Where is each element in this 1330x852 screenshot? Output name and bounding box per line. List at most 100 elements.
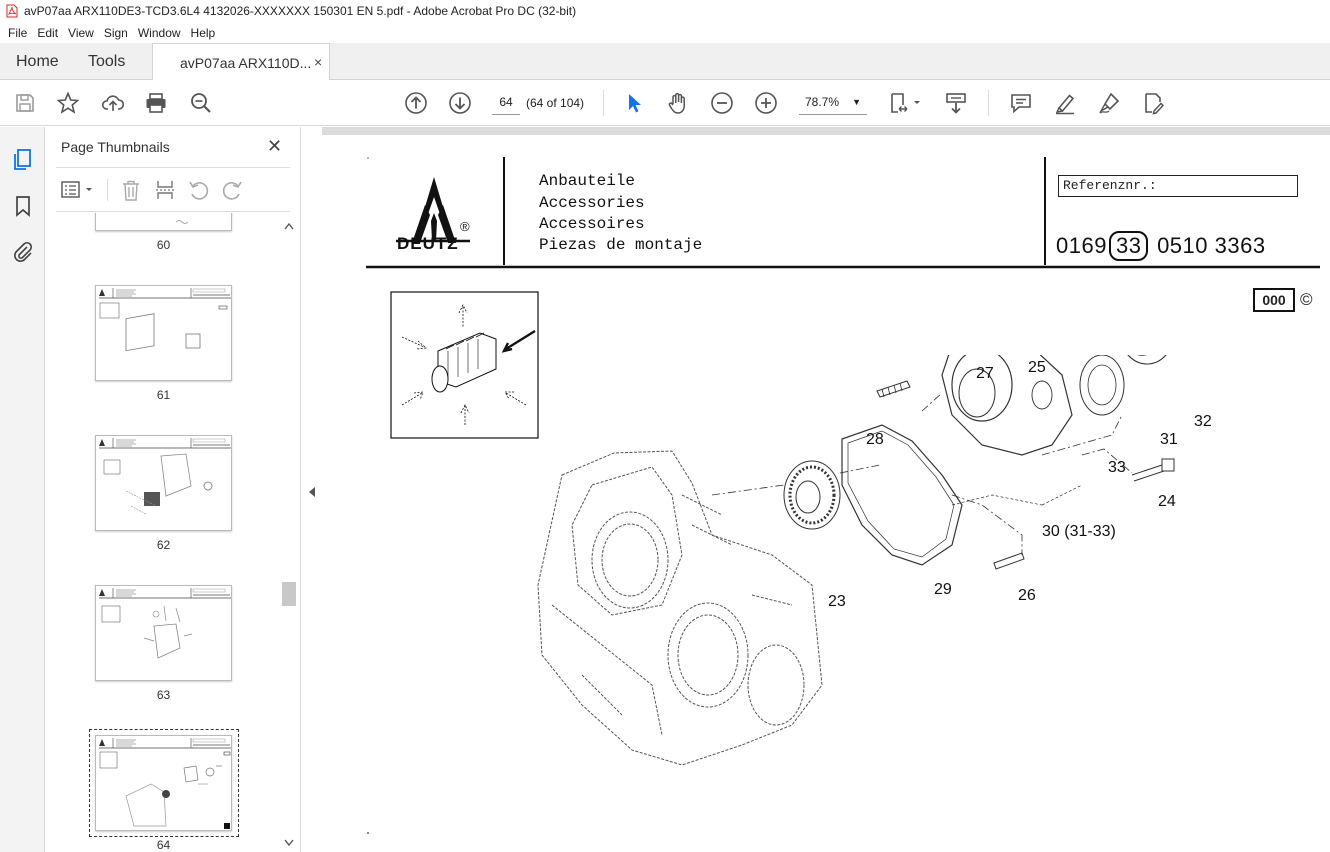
copyright-mark: © [1300,290,1313,309]
thumbnail-page[interactable] [95,213,232,231]
thumbnail-resize-handle[interactable] [224,823,230,829]
panel-title: Page Thumbnails [61,139,170,155]
part-number-prefix: 0169 [1056,233,1107,258]
menu-window[interactable]: Window [133,26,186,40]
panel-collapse-strip[interactable] [300,127,322,852]
page-number-input[interactable]: 64 [492,89,520,115]
menu-view[interactable]: View [63,26,99,40]
zoom-in-icon[interactable] [754,91,778,115]
menu-edit[interactable]: Edit [32,26,63,40]
thumbnail-page-label: 63 [156,688,171,702]
heading-en: Accessories [539,194,645,212]
window-title: avP07aa ARX110DE3-TCD3.6L4 4132026-XXXXX… [24,4,577,18]
rotate-clockwise-icon[interactable] [221,179,243,201]
callout-32: 32 [1194,413,1212,430]
zoom-search-icon[interactable] [189,91,213,115]
callout-24: 24 [1158,493,1176,510]
title-bar: avP07aa ARX110DE3-TCD3.6L4 4132026-XXXXX… [0,0,1330,22]
menu-bar: File Edit View Sign Window Help [0,22,1330,43]
document-view[interactable]: DEUTZ ® Anbauteile Accessories Accessoir… [322,127,1330,852]
left-navigation-rail [0,127,45,852]
panel-close-icon[interactable]: ✕ [267,136,282,157]
heading-fr: Accessoires [539,215,645,233]
chevron-down-icon: ▼ [852,97,861,107]
thumbnail-scrollbar[interactable] [282,219,296,852]
thumbnail-page-label: 62 [156,538,171,552]
tab-tools[interactable]: Tools [88,53,125,71]
save-icon[interactable] [13,91,37,115]
highlight-pen-icon[interactable] [1053,91,1077,115]
tab-bar: Home Tools avP07aa ARX110D... × [0,43,1330,80]
gear-23 [783,460,841,530]
upload-cloud-icon[interactable] [101,91,125,115]
registered-mark: ® [460,219,470,234]
thumbnail-page-selected[interactable] [95,735,232,831]
bookmark-icon[interactable] [11,194,35,218]
thumbnail-page-label: 60 [156,238,171,252]
zoom-level-value: 78.7% [805,95,840,109]
callout-26: 26 [1018,587,1036,604]
heading-de: Anbauteile [539,172,636,190]
previous-page-icon[interactable] [404,91,428,115]
part-number: 0169 33 0510 3363 [1056,231,1266,261]
print-icon[interactable] [144,91,168,115]
toolbar-divider [988,90,989,116]
toolbar-divider [603,90,604,116]
tab-home[interactable]: Home [16,53,59,71]
panel-divider [56,167,290,168]
part-number-group: 33 [1108,231,1149,261]
sign-pen-icon[interactable] [1097,91,1121,115]
thumbnail-page[interactable] [95,285,232,381]
thumbnail-page[interactable] [95,435,232,531]
attachment-paperclip-icon[interactable] [11,240,35,264]
menu-help[interactable]: Help [186,26,221,40]
fill-sign-icon[interactable] [1141,91,1165,115]
page-thumbnails-panel: Page Thumbnails ✕ 60 61 62 63 64 [46,127,300,852]
code-box: 000 [1253,288,1295,312]
acrobat-app-icon [6,4,18,18]
callout-31: 31 [1160,431,1178,448]
tab-document-label: avP07aa ARX110D... [180,55,312,71]
thumbnail-tools [56,177,290,203]
callout-23: 23 [828,593,846,610]
callout-30: 30 (31-33) [1042,523,1116,540]
extract-pages-icon[interactable] [155,179,175,201]
heading-es: Piezas de montaje [539,236,703,254]
next-page-icon[interactable] [448,91,472,115]
deutz-brand-text: DEUTZ [397,234,459,253]
tab-document[interactable]: avP07aa ARX110D... × [152,43,330,80]
comment-icon[interactable] [1009,91,1033,115]
callout-33: 33 [1108,459,1126,476]
options-menu-icon[interactable] [61,180,97,200]
pdf-page: DEUTZ ® Anbauteile Accessories Accessoir… [322,135,1330,852]
reference-number-field: Referenznr.: [1058,175,1298,197]
bookmark-star-icon[interactable] [56,91,80,115]
part-number-suffix: 0510 3363 [1157,233,1266,258]
hand-tool-icon[interactable] [666,91,690,115]
main-toolbar: 64 (64 of 104) 78.7% ▼ [0,80,1330,126]
callout-28: 28 [866,431,884,448]
zoom-level-dropdown[interactable]: 78.7% ▼ [799,89,867,115]
page-mark [367,832,369,834]
chevron-left-icon[interactable] [309,487,315,497]
tool-divider [107,179,108,201]
thumbnail-list: 60 61 62 63 64 [46,213,282,852]
thumbnail-page[interactable] [95,585,232,681]
thumbnail-page-label: 64 [156,838,171,852]
page-thumbnails-icon[interactable] [11,148,35,172]
scroll-mode-icon[interactable] [944,91,968,115]
callout-29: 29 [934,581,952,598]
rotate-counterclockwise-icon[interactable] [188,179,210,201]
page-count-label: (64 of 104) [526,96,585,110]
tab-close-icon[interactable]: × [314,54,322,70]
scrollbar-thumb[interactable] [282,582,296,606]
delete-trash-icon[interactable] [121,179,141,201]
orientation-inset-diagram [390,291,539,439]
callout-27: 27 [976,365,994,382]
zoom-out-icon[interactable] [710,91,734,115]
panel-divider [56,211,290,212]
menu-sign[interactable]: Sign [99,26,133,40]
select-cursor-icon[interactable] [622,91,646,115]
page-fit-icon[interactable] [888,91,924,115]
menu-file[interactable]: File [3,26,32,40]
